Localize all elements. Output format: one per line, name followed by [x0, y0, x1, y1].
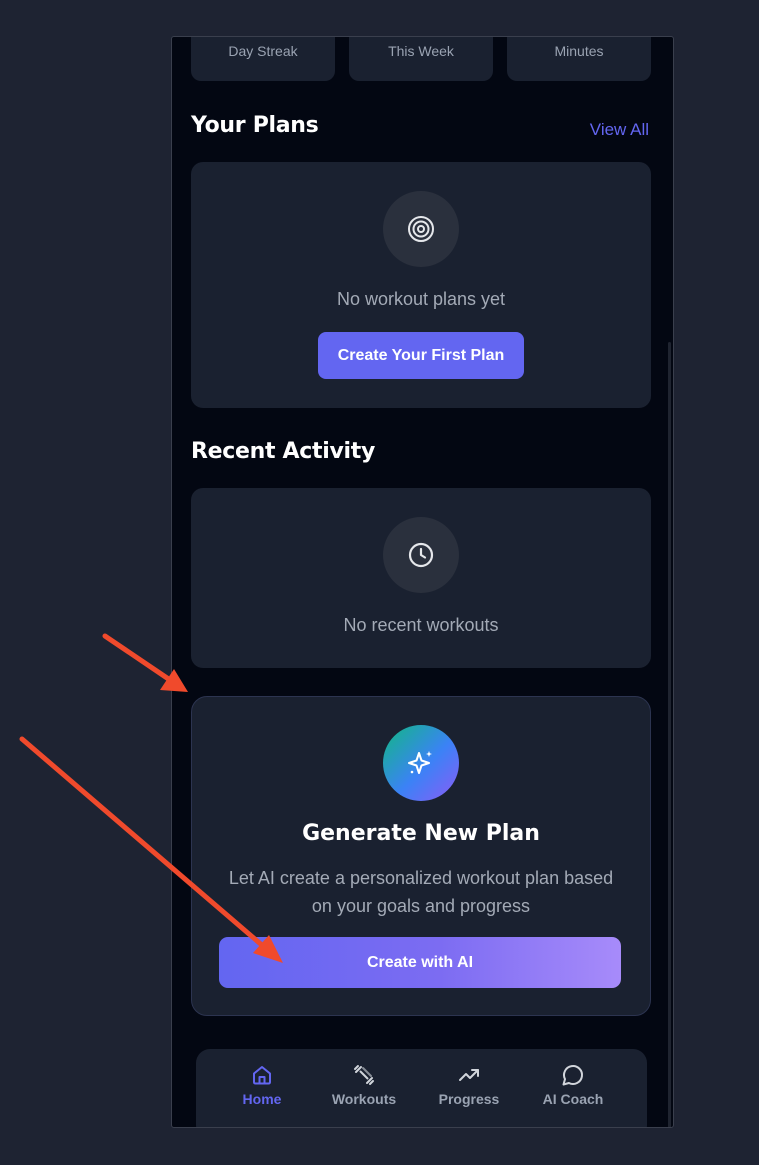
annotation-arrow-card	[102, 633, 173, 683]
stat-card-this-week: This Week	[349, 37, 493, 81]
nav-label: Workouts	[331, 1091, 397, 1107]
clock-icon	[383, 517, 459, 593]
bottom-navigation: Home Workouts Progress AI Coach	[196, 1049, 647, 1127]
stat-card-day-streak: Day Streak	[191, 37, 335, 81]
activity-empty-card: No recent workouts	[191, 488, 651, 668]
nav-label: Progress	[438, 1091, 500, 1107]
chat-bubble-icon	[562, 1065, 583, 1086]
stat-card-minutes: Minutes	[507, 37, 651, 81]
activity-section-title: Recent Activity	[191, 439, 376, 464]
trending-up-icon	[459, 1069, 479, 1081]
stat-label: Minutes	[554, 43, 604, 59]
sparkles-icon	[383, 725, 459, 801]
home-icon	[253, 1066, 271, 1085]
plans-section-title: Your Plans	[191, 113, 319, 138]
stat-label: This Week	[388, 43, 454, 59]
app-screen: Day Streak This Week Minutes Your Plans …	[171, 36, 674, 1128]
create-first-plan-button[interactable]: Create Your First Plan	[318, 332, 524, 379]
dumbbell-icon	[354, 1065, 374, 1085]
generate-plan-title: Generate New Plan	[302, 821, 540, 846]
plans-empty-card: No workout plans yet Create Your First P…	[191, 162, 651, 408]
target-icon	[383, 191, 459, 267]
generate-plan-description: Let AI create a personalized workout pla…	[228, 868, 614, 916]
nav-item-ai-coach[interactable]: AI Coach	[528, 1063, 618, 1107]
nav-item-workouts[interactable]: Workouts	[319, 1063, 409, 1107]
generate-plan-card: Generate New Plan Let AI create a person…	[191, 696, 651, 1016]
create-with-ai-button[interactable]: Create with AI	[219, 937, 621, 988]
nav-item-home[interactable]: Home	[217, 1063, 307, 1107]
nav-item-progress[interactable]: Progress	[424, 1063, 514, 1107]
stat-label: Day Streak	[228, 43, 298, 59]
nav-label: AI Coach	[542, 1091, 604, 1107]
nav-label: Home	[242, 1091, 282, 1107]
scrollbar[interactable]	[668, 342, 671, 1127]
plans-empty-text: No workout plans yet	[336, 289, 506, 309]
view-all-link[interactable]: View All	[590, 120, 649, 140]
activity-empty-text: No recent workouts	[343, 615, 499, 635]
